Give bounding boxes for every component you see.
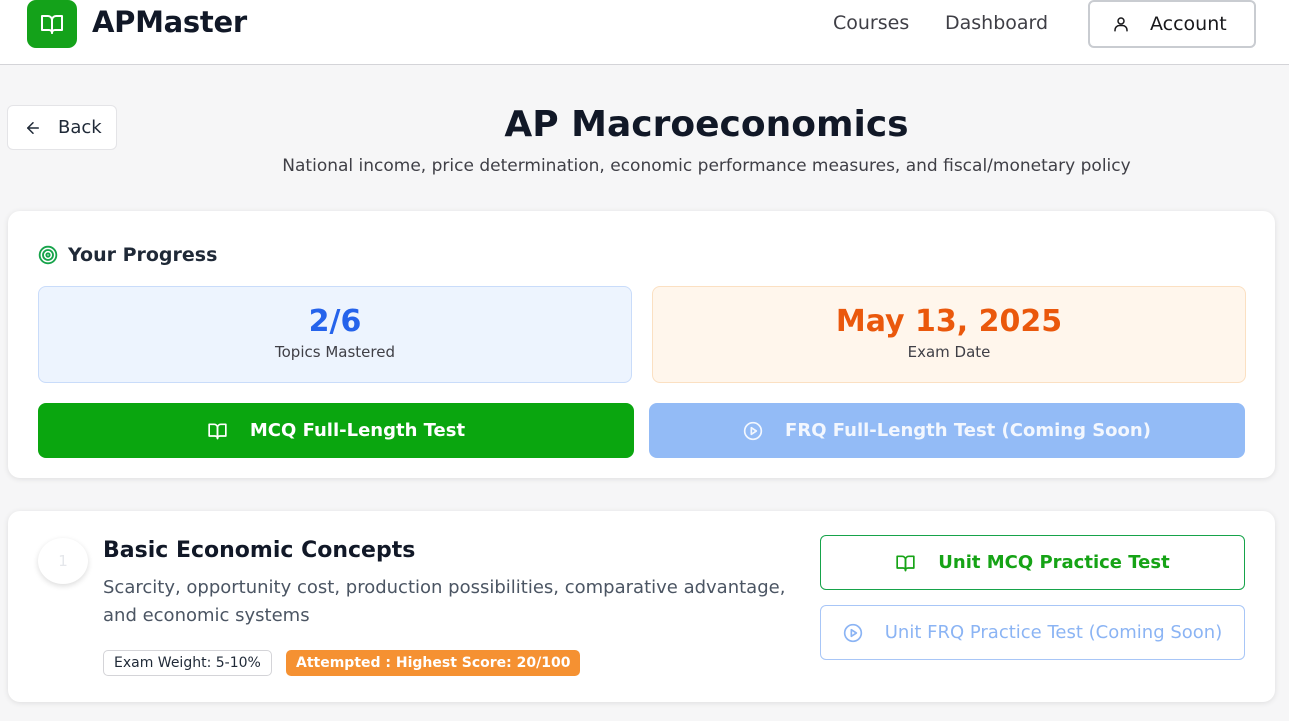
top-navbar: APMaster Courses Dashboard Account [0,0,1289,65]
play-circle-icon [743,421,763,441]
play-circle-icon [843,623,863,643]
nav-courses-link[interactable]: Courses [833,12,909,34]
unit-frq-practice-test-label: Unit FRQ Practice Test (Coming Soon) [884,622,1223,643]
page-subtitle: National income, price determination, ec… [282,156,1131,176]
unit-mcq-practice-test-button[interactable]: Unit MCQ Practice Test [820,535,1245,590]
topics-mastered-stat: 2/6 Topics Mastered [38,286,632,383]
exam-weight-badge: Exam Weight: 5-10% [103,650,272,676]
book-open-icon [207,421,228,441]
unit-title: Basic Economic Concepts [103,538,416,563]
progress-card: Your Progress 2/6 Topics Mastered May 13… [8,211,1275,478]
book-open-icon [895,553,916,573]
unit-number: 1 [38,538,88,584]
topics-mastered-value: 2/6 [308,304,362,339]
user-icon [1112,15,1130,33]
mcq-full-length-test-button[interactable]: MCQ Full-Length Test [38,403,634,458]
account-label: Account [1150,13,1227,35]
brand-name[interactable]: APMaster [92,5,247,39]
exam-date-label: Exam Date [907,343,991,361]
progress-heading: Your Progress [38,244,217,266]
exam-date-stat: May 13, 2025 Exam Date [652,286,1246,383]
exam-date-value: May 13, 2025 [835,304,1063,339]
nav-dashboard-link[interactable]: Dashboard [945,12,1048,34]
unit-card: 1 Basic Economic Concepts Scarcity, oppo… [8,511,1275,702]
unit-frq-practice-test-button[interactable]: Unit FRQ Practice Test (Coming Soon) [820,605,1245,660]
page-title: AP Macroeconomics [504,104,909,145]
unit-description: Scarcity, opportunity cost, production p… [103,577,786,626]
target-icon [38,245,58,265]
mcq-full-length-test-label: MCQ Full-Length Test [249,420,466,441]
frq-full-length-test-label: FRQ Full-Length Test (Coming Soon) [785,420,1151,441]
topics-mastered-label: Topics Mastered [275,343,395,361]
frq-full-length-test-button[interactable]: FRQ Full-Length Test (Coming Soon) [649,403,1245,458]
account-button[interactable]: Account [1088,0,1256,48]
logo[interactable] [27,0,77,48]
score-status-badge: Attempted : Highest Score: 20/100 [286,650,581,676]
book-open-icon [39,12,65,36]
progress-heading-label: Your Progress [68,244,218,266]
unit-mcq-practice-test-label: Unit MCQ Practice Test [938,552,1170,573]
